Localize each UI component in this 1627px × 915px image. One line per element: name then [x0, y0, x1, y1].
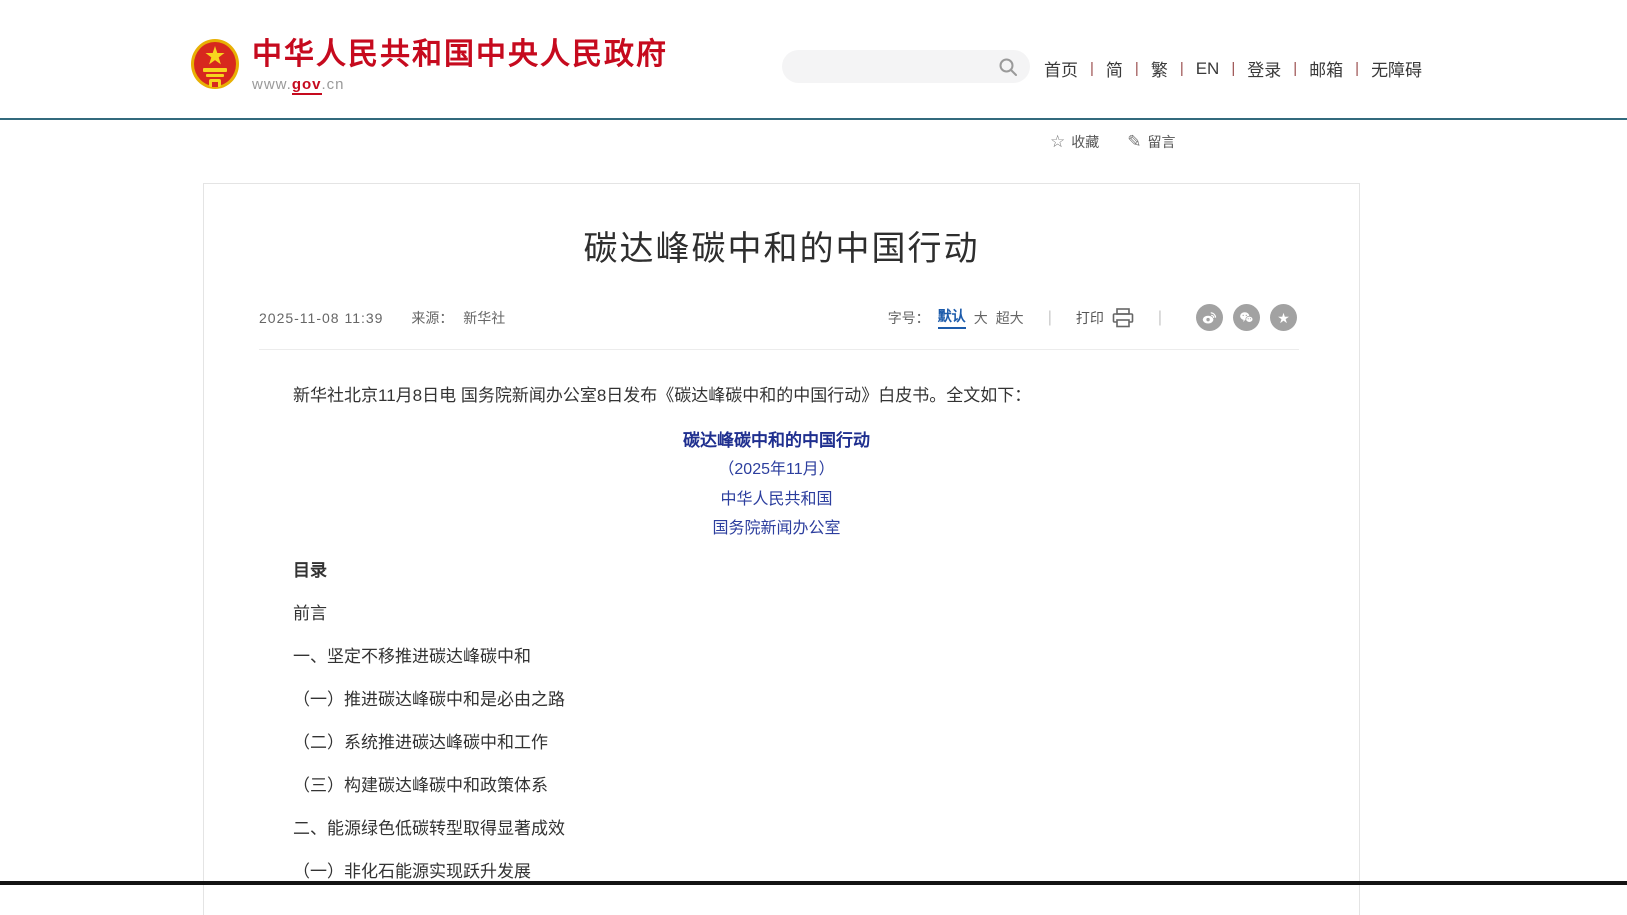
print-label: 打印 [1076, 308, 1104, 328]
pencil-icon: ✎ [1127, 132, 1141, 152]
font-size-large[interactable]: 大 [974, 308, 988, 328]
print-button[interactable]: 打印 [1076, 308, 1134, 328]
article-meta-right: 字号： 默认 大 超大 | 打印 | [888, 304, 1297, 331]
star-outline-icon: ☆ [1050, 132, 1065, 152]
nav-simplified[interactable]: 简 [1106, 56, 1123, 81]
nav-login[interactable]: 登录 [1247, 56, 1281, 81]
nav-mail[interactable]: 邮箱 [1309, 56, 1343, 81]
document-author-line2: 国务院新闻办公室 [259, 519, 1294, 536]
article-body: 新华社北京11月8日电 国务院新闻办公室8日发布《碳达峰碳中和的中国行动》白皮书… [204, 350, 1359, 881]
site-url-suffix: .cn [322, 76, 345, 93]
toc-item-1-2: （二）系统推进碳达峰碳中和工作 [259, 734, 1294, 752]
share-group: ★ [1186, 304, 1297, 331]
meta-separator: | [1158, 309, 1162, 327]
site-title: 中华人民共和国中央人民政府 [252, 38, 668, 72]
nav-separator: | [1355, 60, 1359, 77]
toc-item-1: 一、坚定不移推进碳达峰碳中和 [259, 648, 1294, 666]
favorite-share-icon[interactable]: ★ [1270, 304, 1297, 331]
site-header: 中华人民共和国中央人民政府 www.gov.cn 首页 | 简 | 繁 | EN | 登… [0, 0, 1627, 118]
document-title: 碳达峰碳中和的中国行动 [259, 432, 1294, 449]
national-emblem-icon [190, 38, 240, 92]
comment-label: 留言 [1148, 132, 1176, 152]
nav-english[interactable]: EN [1196, 59, 1220, 79]
article-panel: 碳达峰碳中和的中国行动 2025-11-08 11:39 来源： 新华社 字号：… [203, 183, 1360, 915]
nav-separator: | [1180, 60, 1184, 77]
nav-traditional[interactable]: 繁 [1151, 56, 1168, 81]
site-url-gov: gov [292, 76, 322, 95]
search-icon[interactable] [998, 57, 1018, 77]
page-actions-row: ☆ 收藏 ✎ 留言 [0, 120, 1627, 183]
article-title: 碳达峰碳中和的中国行动 [204, 221, 1359, 270]
font-size-xlarge[interactable]: 超大 [996, 308, 1024, 328]
font-size-default[interactable]: 默认 [938, 306, 966, 329]
top-nav: 首页 | 简 | 繁 | EN | 登录 | 邮箱 | 无障碍 [1044, 56, 1422, 81]
wechat-share-icon[interactable] [1233, 304, 1260, 331]
comment-button[interactable]: ✎ 留言 [1127, 132, 1175, 152]
toc-item-preface: 前言 [259, 605, 1294, 623]
source-label: 来源： [411, 310, 453, 326]
favorite-label: 收藏 [1071, 132, 1099, 152]
nav-separator: | [1090, 60, 1094, 77]
article-meta-row: 2025-11-08 11:39 来源： 新华社 字号： 默认 大 超大 | 打… [204, 304, 1359, 331]
printer-icon [1112, 308, 1134, 328]
toc-item-2-1: （一）非化石能源实现跃升发展 [259, 863, 1294, 881]
toc-item-2: 二、能源绿色低碳转型取得显著成效 [259, 820, 1294, 838]
nav-home[interactable]: 首页 [1044, 56, 1078, 81]
meta-separator: | [1048, 309, 1052, 327]
site-url-prefix: www. [252, 76, 292, 93]
nav-separator: | [1135, 60, 1139, 77]
site-logo[interactable]: 中华人民共和国中央人民政府 www.gov.cn [190, 38, 668, 93]
star-icon: ★ [1277, 311, 1290, 325]
article-date: 2025-11-08 11:39 [259, 310, 383, 326]
nav-separator: | [1231, 60, 1235, 77]
nav-accessibility[interactable]: 无障碍 [1371, 56, 1422, 81]
toc-item-1-1: （一）推进碳达峰碳中和是必由之路 [259, 691, 1294, 709]
weibo-share-icon[interactable] [1196, 304, 1223, 331]
site-url: www.gov.cn [252, 76, 668, 93]
search-box[interactable] [782, 50, 1030, 83]
nav-separator: | [1293, 60, 1297, 77]
article-source: 新华社 [463, 310, 505, 326]
document-date: （2025年11月） [259, 461, 1294, 478]
bottom-window-edge [0, 881, 1627, 885]
document-author-line1: 中华人民共和国 [259, 490, 1294, 507]
search-input[interactable] [782, 50, 998, 83]
article-meta-left: 2025-11-08 11:39 来源： 新华社 [259, 308, 511, 328]
intro-paragraph: 新华社北京11月8日电 国务院新闻办公室8日发布《碳达峰碳中和的中国行动》白皮书… [259, 384, 1294, 408]
font-size-label: 字号： [888, 308, 930, 328]
toc-heading: 目录 [259, 562, 1294, 580]
toc-item-1-3: （三）构建碳达峰碳中和政策体系 [259, 777, 1294, 795]
favorite-button[interactable]: ☆ 收藏 [1050, 132, 1099, 152]
